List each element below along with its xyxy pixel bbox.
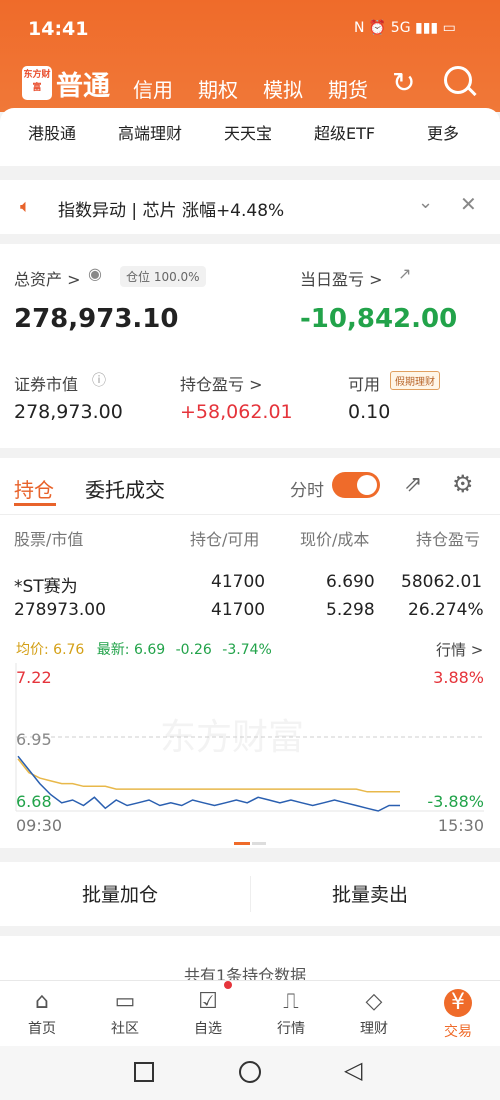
status-bar: 14:41 N ⏰ 5G ▮▮▮ ▭ xyxy=(0,0,500,60)
total-assets-value: 278,973.10 xyxy=(14,304,179,334)
col-pl: 持仓盈亏 xyxy=(416,530,481,549)
stock-market-value: 278973.00 xyxy=(14,600,106,620)
system-nav: ◁ xyxy=(0,1046,500,1100)
holdings-count-area: 共有1条持仓数据 xyxy=(0,936,500,985)
nav-credit[interactable]: 信用 xyxy=(133,74,173,103)
holiday-finance-badge[interactable]: 假期理财 xyxy=(390,371,440,390)
tab-orders[interactable]: 委托成交 xyxy=(85,474,165,503)
nav-futures[interactable]: 期货 xyxy=(328,74,368,103)
cost-price: 5.298 xyxy=(326,600,375,620)
account-type-普通[interactable]: 普通 xyxy=(56,64,110,103)
y-label-low: 6.68 xyxy=(16,792,52,811)
page-dot xyxy=(252,842,266,845)
nav-simulation[interactable]: 模拟 xyxy=(263,74,303,103)
tab-market[interactable]: ⎍ 行情 xyxy=(261,987,321,1038)
share-icon[interactable]: ⇗ xyxy=(404,472,422,497)
market-value-label: 证券市值 xyxy=(14,375,79,394)
table-row[interactable]: *ST赛为 278973.00 41700 41700 6.690 5.298 … xyxy=(0,562,500,632)
speaker-icon: 🔈︎ xyxy=(20,196,31,217)
stock-name: *ST赛为 xyxy=(14,577,78,597)
batch-sell-button[interactable]: 批量卖出 xyxy=(332,880,408,907)
avg-price-line xyxy=(17,758,400,793)
subnav-etf[interactable]: 超级ETF xyxy=(314,120,375,144)
holdings-panel: 持仓 委托成交 分时 ⇗ ⚙ 股票/市值 持仓/可用 现价/成本 持仓盈亏 *S… xyxy=(0,458,500,848)
col-position: 持仓/可用 xyxy=(190,530,260,549)
available-value: 0.10 xyxy=(348,401,391,423)
tab-finance[interactable]: ◇ 理财 xyxy=(344,987,404,1038)
tab-home[interactable]: ⌂ 首页 xyxy=(12,987,72,1038)
holding-pl-label[interactable]: 持仓盈亏 > xyxy=(180,371,263,395)
subnav-more[interactable]: 更多 xyxy=(427,120,459,144)
eye-icon[interactable]: ◉ xyxy=(88,264,102,283)
subnav-hk-connect[interactable]: 港股通 xyxy=(28,120,76,144)
current-price: 6.690 xyxy=(326,572,375,592)
help-icon[interactable]: ⓘ xyxy=(92,370,106,390)
home-nav-icon[interactable] xyxy=(239,1061,261,1083)
home-icon: ⌂ xyxy=(35,989,49,1014)
intraday-chart[interactable]: 均价: 6.76 最新: 6.69 -0.26 -3.74% 行情 > 东方财富… xyxy=(0,633,500,848)
back-icon[interactable]: ◁ xyxy=(344,1056,362,1084)
row-pl-pct: 26.274% xyxy=(408,600,484,620)
pct-label-high: 3.88% xyxy=(433,668,484,687)
close-icon[interactable]: ✕ xyxy=(460,192,477,216)
tab-watchlist[interactable]: ☑ 自选 xyxy=(178,987,238,1038)
row-pl: 58062.01 xyxy=(401,572,483,592)
fenshi-toggle[interactable] xyxy=(332,472,380,498)
external-link-icon[interactable]: ↗ xyxy=(398,264,411,283)
yen-icon: ¥ xyxy=(444,989,472,1017)
position-qty: 41700 xyxy=(211,572,266,592)
pct-label-low: -3.88% xyxy=(427,792,484,811)
status-time: 14:41 xyxy=(28,18,89,40)
notice-bar[interactable]: 🔈︎ 指数异动 | 芯片 涨幅+4.48% ⌄ ✕ xyxy=(0,180,500,234)
app-logo: 东方财富 xyxy=(22,66,52,100)
status-icons: N ⏰ 5G ▮▮▮ ▭ xyxy=(354,20,456,36)
notification-dot xyxy=(224,981,232,989)
chart-svg: 东方财富 7.22 6.95 6.68 3.88% -3.88% 09:30 1… xyxy=(15,663,484,845)
page-dot-active xyxy=(234,842,250,845)
bottom-tabbar: ⌂ 首页 ▭ 社区 ☑ 自选 ⎍ 行情 ◇ 理财 ¥ 交易 xyxy=(0,980,500,1046)
action-buttons: 批量加仓 批量卖出 xyxy=(0,862,500,926)
daily-pl-label[interactable]: 当日盈亏 > xyxy=(300,266,383,290)
tab-community[interactable]: ▭ 社区 xyxy=(95,987,155,1038)
chart-icon: ⎍ xyxy=(283,989,299,1014)
search-icon[interactable] xyxy=(444,66,472,94)
nav-options[interactable]: 期权 xyxy=(198,74,238,103)
market-value: 278,973.00 xyxy=(14,401,123,423)
asset-summary: 总资产 > ◉ 仓位 100.0% 278,973.10 当日盈亏 > ↗ -1… xyxy=(0,244,500,448)
notice-text[interactable]: 指数异动 | 芯片 涨幅+4.48% xyxy=(58,196,284,221)
recents-icon[interactable] xyxy=(134,1062,154,1082)
available-qty: 41700 xyxy=(211,600,266,620)
app-header: 东方财富 普通 信用 期权 模拟 期货 ↻ xyxy=(0,60,500,112)
chat-icon: ▭ xyxy=(114,989,136,1014)
available-label: 可用 xyxy=(348,375,381,394)
daily-pl-value: -10,842.00 xyxy=(300,304,458,334)
divider xyxy=(0,514,500,515)
holding-pl-value: +58,062.01 xyxy=(180,401,293,423)
x-label-close: 15:30 xyxy=(438,816,484,835)
tab-holdings[interactable]: 持仓 xyxy=(14,474,54,503)
fenshi-label: 分时 xyxy=(290,481,324,501)
tab-trade[interactable]: ¥ 交易 xyxy=(428,987,488,1041)
sub-nav: 港股通 高端理财 天天宝 超级ETF 更多 xyxy=(0,108,500,166)
position-badge: 仓位 100.0% xyxy=(120,266,206,287)
divider xyxy=(250,876,251,912)
y-label-high: 7.22 xyxy=(16,668,52,687)
watchlist-icon: ☑ xyxy=(198,989,218,1014)
subnav-wealth[interactable]: 高端理财 xyxy=(118,120,182,144)
diamond-icon: ◇ xyxy=(365,989,383,1014)
chevron-down-icon[interactable]: ⌄ xyxy=(418,192,433,213)
subnav-tiantianbao[interactable]: 天天宝 xyxy=(224,120,272,144)
col-price: 现价/成本 xyxy=(300,530,370,549)
gear-icon[interactable]: ⚙ xyxy=(452,470,474,498)
total-assets-label[interactable]: 总资产 > xyxy=(14,266,81,290)
batch-add-button[interactable]: 批量加仓 xyxy=(82,880,158,907)
tab-indicator xyxy=(14,503,56,506)
col-stock: 股票/市值 xyxy=(14,530,84,549)
x-label-open: 09:30 xyxy=(16,816,62,835)
refresh-icon[interactable]: ↻ xyxy=(392,66,415,99)
y-label-mid: 6.95 xyxy=(16,730,52,749)
